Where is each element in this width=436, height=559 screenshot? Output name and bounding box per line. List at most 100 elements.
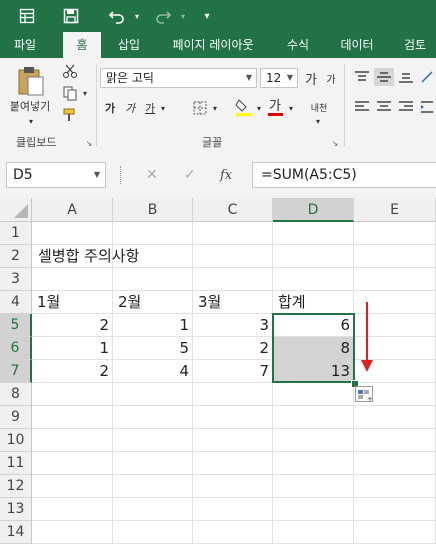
bottom-align-icon[interactable] xyxy=(396,68,416,86)
data-cell[interactable]: 5 xyxy=(113,337,193,360)
cell[interactable] xyxy=(193,475,273,498)
customize-toolbar-icon[interactable]: ▾ xyxy=(200,4,214,28)
tab-home[interactable]: 홈 xyxy=(63,32,101,58)
data-cell[interactable]: 2 xyxy=(32,360,113,383)
copy-icon[interactable] xyxy=(60,84,80,102)
cell[interactable] xyxy=(113,383,193,406)
cell[interactable] xyxy=(354,406,436,429)
cell[interactable] xyxy=(113,222,193,245)
data-cell[interactable]: 2 xyxy=(193,337,273,360)
row-header[interactable]: 8 xyxy=(0,383,32,406)
row-header[interactable]: 4 xyxy=(0,291,32,314)
top-align-icon[interactable] xyxy=(352,68,372,86)
cell[interactable] xyxy=(354,429,436,452)
cell[interactable] xyxy=(354,452,436,475)
cancel-entry-icon[interactable]: ✕ xyxy=(146,162,158,188)
cell[interactable] xyxy=(193,452,273,475)
header-cell[interactable]: 합계 xyxy=(274,291,354,314)
paste-dropdown-icon[interactable]: ▾ xyxy=(26,116,36,126)
cell[interactable] xyxy=(354,498,436,521)
cell[interactable] xyxy=(193,429,273,452)
tab-file[interactable]: 파일 xyxy=(6,32,44,58)
save-icon[interactable] xyxy=(56,4,86,28)
indent-icon[interactable] xyxy=(418,98,436,116)
align-center-icon[interactable] xyxy=(374,98,394,116)
fill-color-icon[interactable] xyxy=(234,96,254,118)
name-box-dropdown-icon[interactable]: ▼ xyxy=(94,163,100,187)
row-header[interactable]: 5 xyxy=(0,314,32,337)
font-color-button[interactable]: 가 xyxy=(266,94,284,114)
redo-dropdown-icon[interactable]: ▾ xyxy=(176,4,190,28)
middle-align-icon[interactable] xyxy=(374,68,394,86)
insert-function-button[interactable]: fx xyxy=(220,162,232,188)
phonetic-dropdown-icon[interactable]: ▾ xyxy=(310,116,326,126)
data-cell[interactable]: 3 xyxy=(193,314,273,337)
autosave-sheet-icon[interactable] xyxy=(12,4,42,28)
tab-formulas[interactable]: 수식 xyxy=(276,32,320,58)
tab-insert[interactable]: 삽입 xyxy=(108,32,150,58)
borders-dropdown-icon[interactable]: ▾ xyxy=(210,98,220,118)
borders-icon[interactable] xyxy=(190,98,210,118)
cell[interactable] xyxy=(113,429,193,452)
tab-page-layout[interactable]: 페이지 레이아웃 xyxy=(164,32,262,58)
row-header[interactable]: 3 xyxy=(0,268,32,291)
cell[interactable] xyxy=(354,521,436,544)
undo-icon[interactable] xyxy=(104,4,130,28)
bold-button[interactable]: 가 xyxy=(102,98,118,118)
cell[interactable] xyxy=(193,383,273,406)
copy-dropdown-icon[interactable]: ▾ xyxy=(80,84,90,102)
cell[interactable] xyxy=(273,498,354,521)
cell[interactable] xyxy=(193,498,273,521)
cell[interactable] xyxy=(32,475,113,498)
cell[interactable] xyxy=(273,452,354,475)
data-cell[interactable]: 2 xyxy=(32,314,113,337)
header-cell[interactable]: 3월 xyxy=(194,291,273,314)
column-header-d[interactable]: D xyxy=(273,198,354,222)
cell[interactable] xyxy=(354,245,436,268)
data-cell[interactable]: 1 xyxy=(32,337,113,360)
column-header-c[interactable]: C xyxy=(193,198,273,222)
cell[interactable] xyxy=(113,498,193,521)
cell[interactable] xyxy=(113,475,193,498)
cell[interactable] xyxy=(193,222,273,245)
cell[interactable] xyxy=(32,222,113,245)
row-header[interactable]: 12 xyxy=(0,475,32,498)
sheet-title-cell[interactable]: 셀병합 주의사항 xyxy=(34,245,234,268)
cell[interactable] xyxy=(113,521,193,544)
fill-color-dropdown-icon[interactable]: ▾ xyxy=(254,98,264,118)
cell[interactable] xyxy=(273,406,354,429)
cell[interactable] xyxy=(273,383,354,406)
cell[interactable] xyxy=(32,406,113,429)
row-header[interactable]: 9 xyxy=(0,406,32,429)
column-header-e[interactable]: E xyxy=(354,198,436,222)
redo-icon[interactable] xyxy=(150,4,176,28)
font-name-combobox[interactable]: 맑은 고딕 ▼ xyxy=(100,68,257,88)
header-cell[interactable]: 1월 xyxy=(33,291,113,314)
align-left-icon[interactable] xyxy=(352,98,372,116)
cell[interactable] xyxy=(273,475,354,498)
paste-icon[interactable] xyxy=(14,64,48,98)
format-painter-icon[interactable] xyxy=(60,106,80,124)
orientation-icon[interactable] xyxy=(418,68,436,86)
formula-input[interactable]: =SUM(A5:C5) xyxy=(252,162,436,188)
underline-dropdown-icon[interactable]: ▾ xyxy=(158,98,168,118)
clipboard-launcher-icon[interactable]: ↘ xyxy=(84,138,94,148)
cell[interactable] xyxy=(32,521,113,544)
undo-dropdown-icon[interactable]: ▾ xyxy=(130,4,144,28)
align-right-icon[interactable] xyxy=(396,98,416,116)
cell[interactable] xyxy=(113,268,193,291)
cell[interactable] xyxy=(273,268,354,291)
name-box[interactable]: D5 ▼ xyxy=(6,162,106,188)
row-header[interactable]: 13 xyxy=(0,498,32,521)
font-color-dropdown-icon[interactable]: ▾ xyxy=(286,98,296,118)
row-header[interactable]: 6 xyxy=(0,337,32,360)
font-launcher-icon[interactable]: ↘ xyxy=(330,138,340,148)
cell[interactable] xyxy=(273,245,354,268)
worksheet-grid[interactable]: A B C D E 1 2 3 4 5 6 7 8 9 10 11 12 13 14 셀병합 주의사항 1월 2… xyxy=(0,198,436,559)
cell[interactable] xyxy=(32,268,113,291)
shrink-font-button[interactable]: 가 xyxy=(322,68,340,88)
cell[interactable] xyxy=(354,268,436,291)
cell[interactable] xyxy=(32,383,113,406)
row-header[interactable]: 11 xyxy=(0,452,32,475)
row-header[interactable]: 2 xyxy=(0,245,32,268)
